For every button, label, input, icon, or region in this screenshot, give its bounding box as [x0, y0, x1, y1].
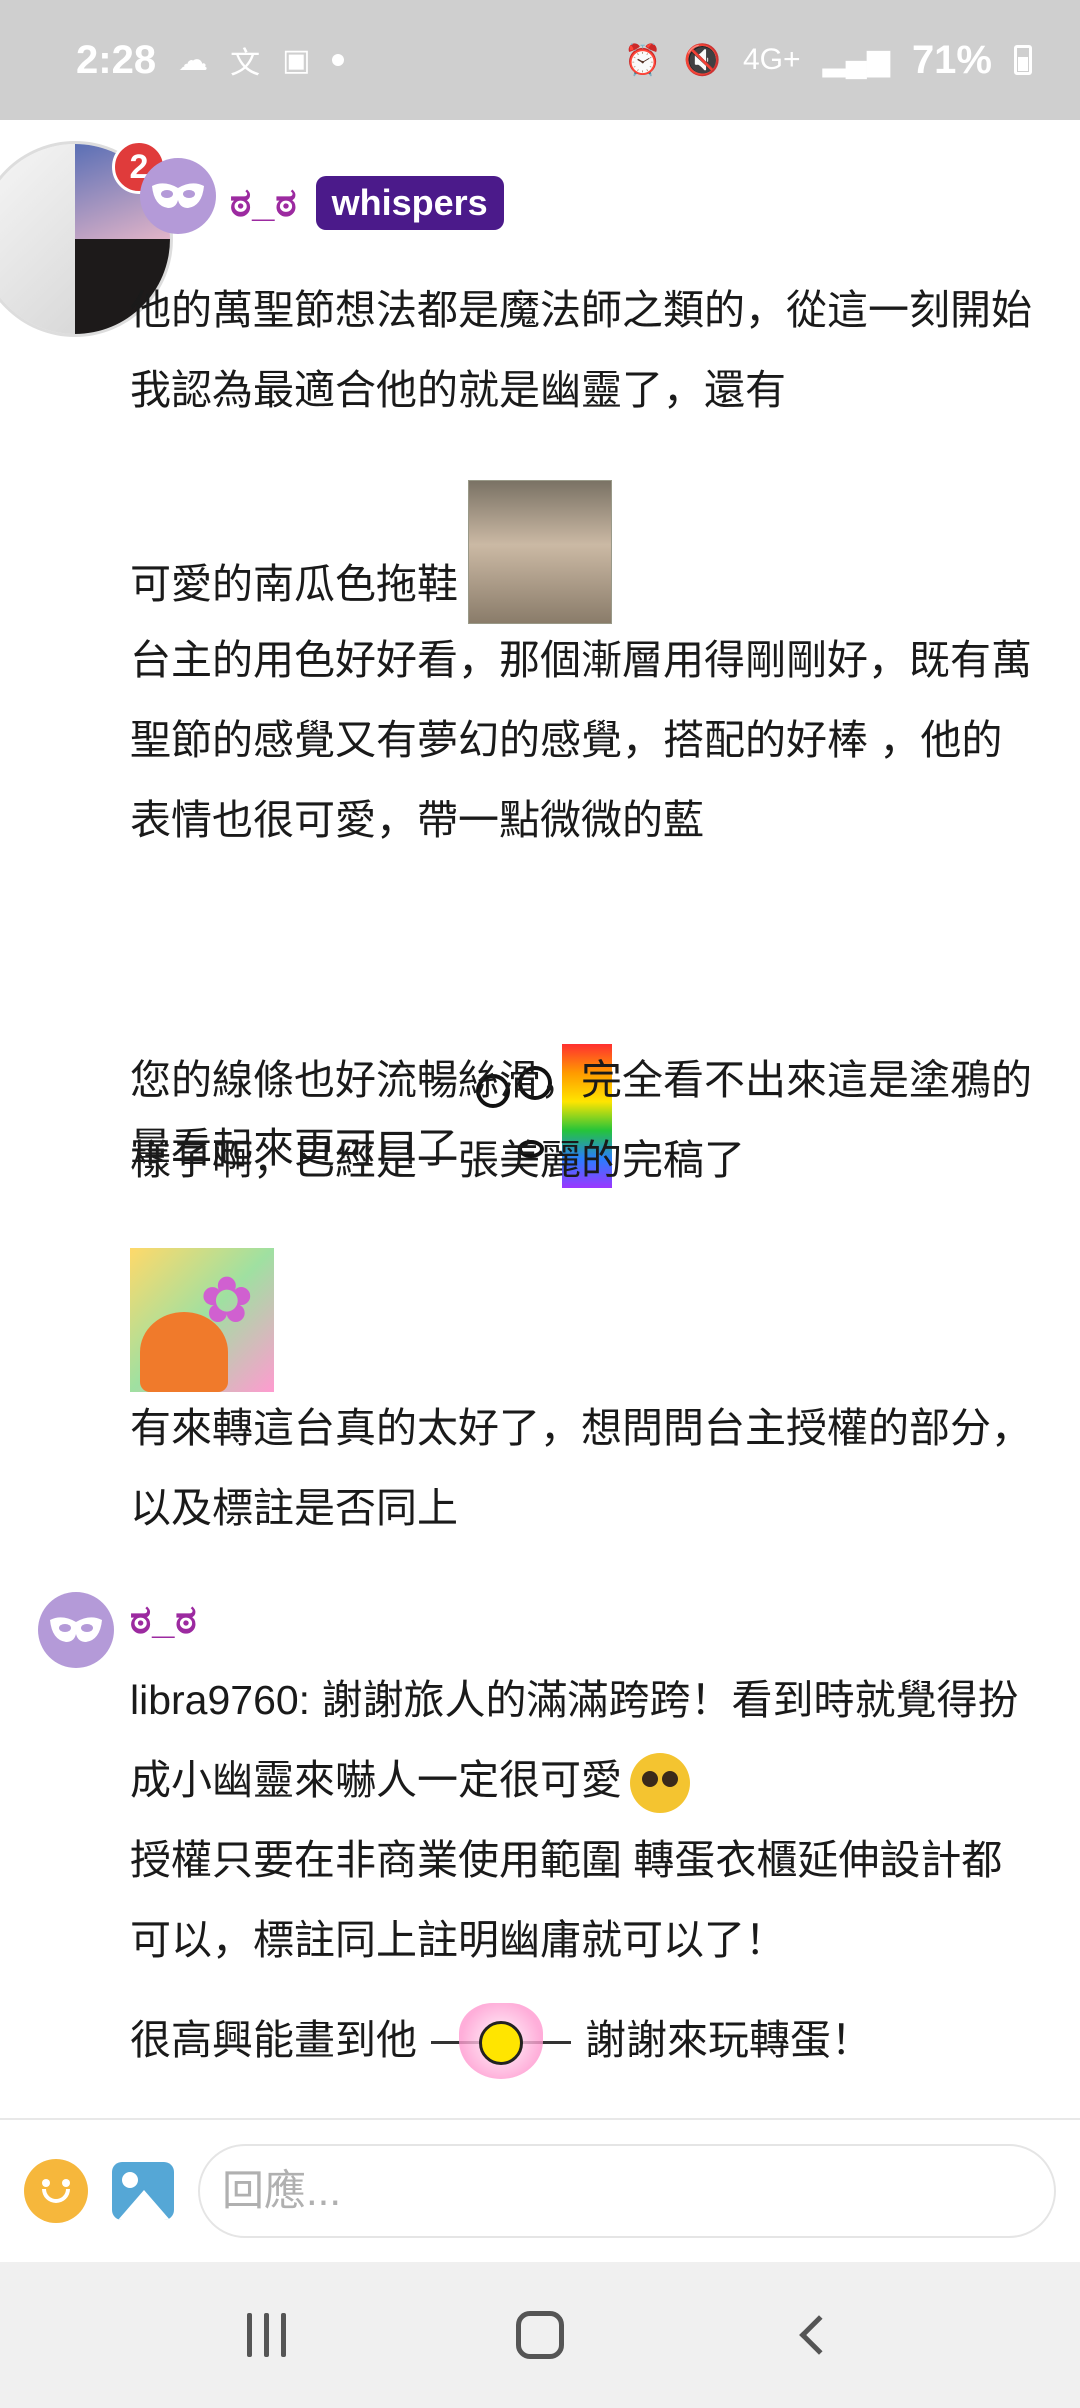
mask-icon [50, 1617, 102, 1642]
post-body: 台主的用色好好看，那個漸層用得剛剛好，既有萬聖節的感覺又有夢幻的感覺，搭配的好棒… [130, 620, 1040, 860]
reply-header: ಠ_ಠ [130, 1598, 198, 1643]
gallery-icon: ▣ [282, 43, 311, 77]
post-paragraph: 台主的用色好好看，那個漸層用得剛剛好，既有萬聖節的感覺又有夢幻的感覺，搭配的好棒… [130, 637, 1032, 843]
mute-icon: 🔇 [683, 43, 721, 77]
comment-thread: 2 ಠ_ಠ whispers 他的萬聖節想法都是魔法師之類的，從這一刻開始我認為… [0, 120, 1080, 2120]
post-paragraph: 您的線條也好流暢絲滑，完全看不出來這是塗鴉的樣子啊，已經是一張美麗的完稿了 [130, 1057, 1032, 1183]
post-paragraph: 有來轉這台真的太好了，想問問台主授權的部分，以及標註是否同上 [130, 1405, 1032, 1531]
alarm-icon: ⏰ [624, 43, 662, 77]
post-body: 他的萬聖節想法都是魔法師之類的，從這一刻開始我認為最適合他的就是幽靈了，還有 [130, 270, 1040, 430]
face-photo-emote [468, 480, 612, 624]
battery-icon [1014, 45, 1032, 75]
whispers-badge: whispers [315, 176, 504, 230]
reply-line-text: 很高興能畫到他 [130, 2017, 417, 2063]
post-body: 您的線條也好流暢絲滑，完全看不出來這是塗鴉的樣子啊，已經是一張美麗的完稿了 [130, 1040, 1040, 1200]
recents-button[interactable] [222, 2290, 312, 2380]
thumbnail-sketch [0, 144, 75, 334]
weather-icon: ☁ [178, 43, 209, 77]
reply-username[interactable]: ಠ_ಠ [130, 1598, 198, 1643]
emoji-icon[interactable] [24, 2159, 88, 2223]
post-header: ಠ_ಠ whispers [230, 176, 504, 230]
reply-composer [0, 2118, 1080, 2262]
image-icon[interactable] [112, 2162, 174, 2220]
home-button[interactable] [495, 2290, 585, 2380]
recents-icon [247, 2313, 287, 2357]
status-time: 2:28 [76, 37, 157, 82]
post-body: 有來轉這台真的太好了，想問問台主授權的部分，以及標註是否同上 [130, 1388, 1040, 1548]
back-button[interactable] [768, 2290, 858, 2380]
reply-avatar[interactable] [38, 1592, 114, 1668]
system-nav-bar [0, 2262, 1080, 2408]
reply-line: 授權只要在非商業使用範圍 轉蛋衣櫃延伸設計都可以，標註同上註明幽庸就可以了！ [130, 1837, 1003, 1963]
status-left: 2:28 ☁ 文 ▣ [76, 37, 345, 83]
status-bar: 2:28 ☁ 文 ▣ ⏰ 🔇 4G+ ▂▄▆ 71% [0, 0, 1080, 120]
pleading-face-emote [630, 1753, 690, 1814]
mask-icon [152, 183, 204, 208]
dot-icon [332, 54, 345, 66]
battery-percent: 71% [911, 37, 992, 82]
post-line-with-emote: 可愛的南瓜色拖鞋 [130, 480, 1040, 624]
reply-body: libra9760: 謝謝旅人的滿滿跨跨！看到時就覺得扮成小幽靈來嚇人一定很可愛… [130, 1660, 1040, 2083]
reply-line: libra9760: 謝謝旅人的滿滿跨跨！看到時就覺得扮成小幽靈來嚇人一定很可愛 [130, 1660, 1040, 1820]
reply-line-text: libra9760: 謝謝旅人的滿滿跨跨！看到時就覺得扮成小幽靈來嚇人一定很可愛 [130, 1677, 1019, 1803]
back-icon [799, 2315, 840, 2355]
emote-block: ✿ [130, 1248, 1040, 1392]
reply-line: 很高興能畫到他 謝謝來玩轉蛋！ [130, 2000, 1040, 2083]
signal-icon: ▂▄▆ [822, 43, 890, 77]
avatar[interactable] [140, 158, 216, 234]
username[interactable]: ಠ_ಠ [230, 181, 298, 226]
heart-smiley-emote [431, 2003, 571, 2083]
lotus-fox-emote: ✿ [130, 1248, 274, 1392]
post-paragraph: 他的萬聖節想法都是魔法師之類的，從這一刻開始我認為最適合他的就是幽靈了，還有 [130, 287, 1032, 413]
status-right: ⏰ 🔇 4G+ ▂▄▆ 71% [624, 38, 1032, 83]
network-4g-icon: 4G+ [742, 43, 801, 76]
home-icon [515, 2311, 564, 2359]
reply-line-text: 謝謝來玩轉蛋！ [585, 2017, 872, 2063]
post-paragraph: 可愛的南瓜色拖鞋 [130, 561, 458, 607]
translate-icon: 文 [230, 47, 261, 80]
reply-input[interactable] [198, 2144, 1056, 2238]
